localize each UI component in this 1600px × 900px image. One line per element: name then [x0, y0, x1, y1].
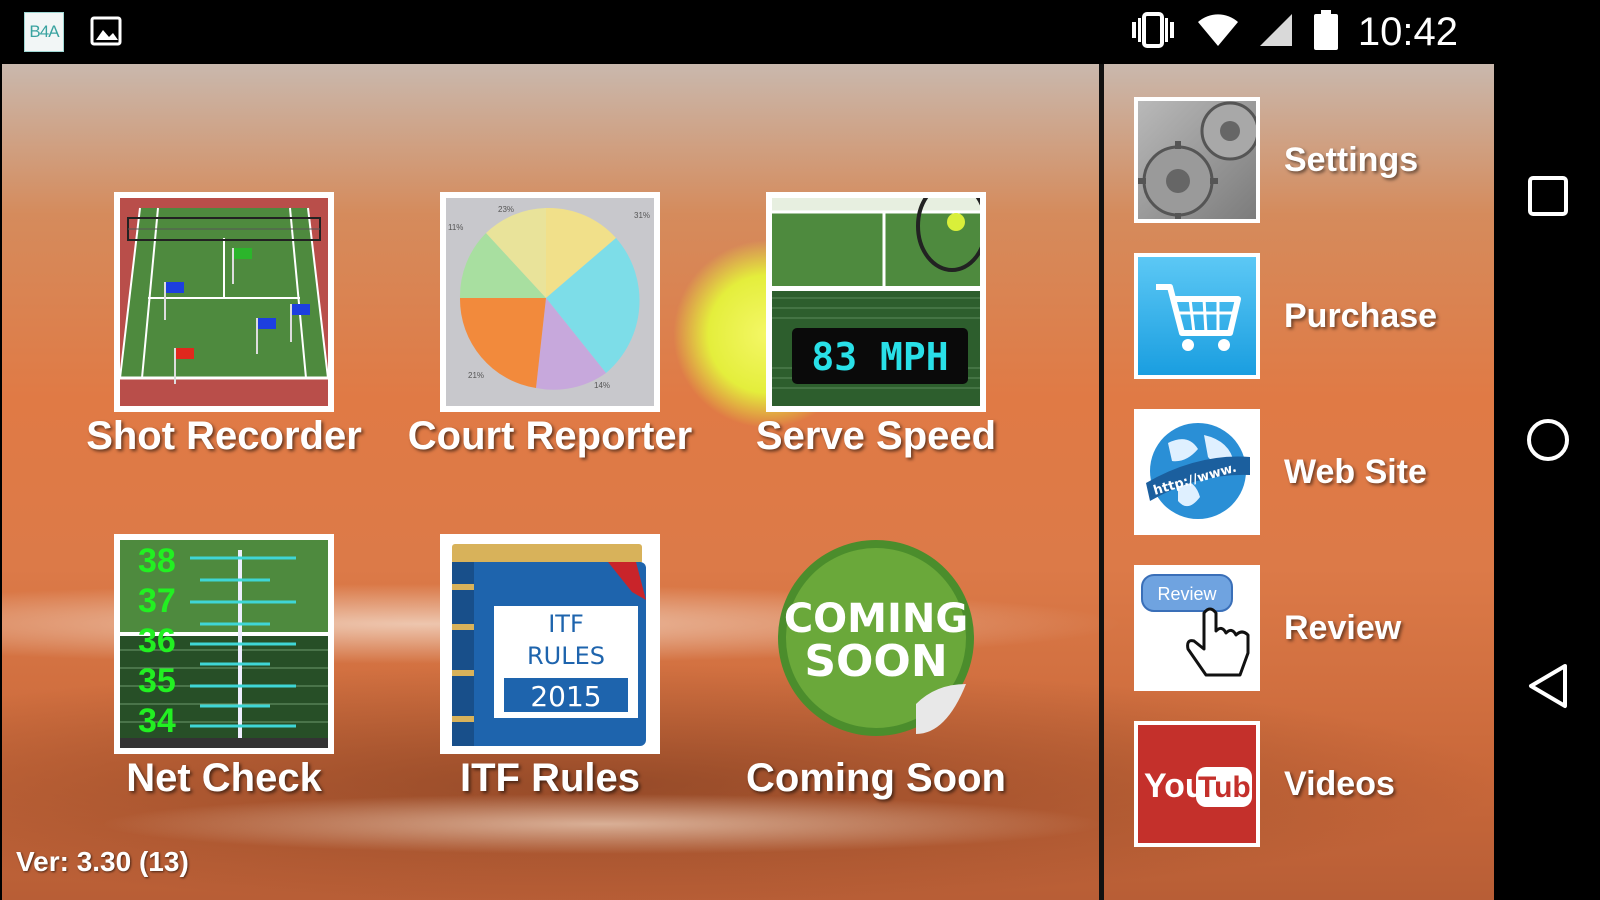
- net-gauge-icon: 38 37 36 35 34: [114, 534, 334, 754]
- back-button[interactable]: [1518, 656, 1578, 716]
- recent-apps-button[interactable]: [1518, 166, 1578, 226]
- sidebar-item-purchase[interactable]: Purchase: [1134, 253, 1464, 379]
- shot-recorder-tile[interactable]: Shot Recorder: [14, 192, 362, 512]
- sidebar-item-review[interactable]: Review Review: [1134, 565, 1464, 691]
- net-number-36: 36: [138, 622, 176, 660]
- sticker-line2: SOON: [804, 636, 947, 687]
- net-number-34: 34: [138, 702, 176, 740]
- image-notification-icon: [88, 12, 128, 52]
- globe-icon: http://www.: [1134, 409, 1260, 535]
- website-label: Web Site: [1284, 453, 1427, 491]
- sidebar-item-settings[interactable]: Settings: [1134, 97, 1464, 223]
- net-number-37: 37: [138, 582, 176, 620]
- review-hand-icon: Review: [1134, 565, 1260, 691]
- youtube-icon: You Tube: [1134, 721, 1260, 847]
- panel-divider: [1099, 64, 1104, 900]
- clock: 10:42: [1357, 9, 1458, 54]
- pie-label-23: 23%: [498, 205, 514, 214]
- wifi-icon: [1196, 10, 1240, 55]
- version-text: Ver: 3.30 (13): [16, 846, 189, 877]
- net-check-tile[interactable]: 38 37 36 35 34 Net Check: [14, 534, 354, 854]
- navigation-bar: [1496, 0, 1600, 900]
- coming-soon-sticker-icon: COMING SOON: [766, 534, 986, 754]
- serve-speed-tile[interactable]: 83 MPH Serve Speed: [666, 192, 1006, 512]
- serve-speed-label: Serve Speed: [755, 414, 997, 458]
- book-line2: RULES: [527, 642, 605, 670]
- tennis-court-flags-icon: [114, 192, 334, 412]
- home-button[interactable]: [1518, 410, 1578, 470]
- cell-signal-icon: [1258, 10, 1294, 55]
- b4a-app-icon: B4A: [24, 12, 64, 52]
- circle-icon: [1527, 419, 1569, 461]
- pie-label-21: 21%: [468, 371, 484, 380]
- pie-label-14: 14%: [594, 381, 610, 390]
- battery-icon: [1312, 8, 1340, 57]
- pie-label-11: 11%: [448, 223, 463, 232]
- sidebar-item-website[interactable]: http://www. Web Site: [1134, 409, 1464, 535]
- court-reporter-tile[interactable]: 23% 11% 31% 21% 14% Court Reporter: [340, 192, 692, 512]
- youtube-tube: Tube: [1198, 771, 1256, 804]
- review-label: Review: [1284, 609, 1402, 647]
- main-content: Shot Recorder 23% 11% 31% 21% 14% Court …: [2, 64, 1494, 900]
- videos-label: Videos: [1284, 765, 1395, 803]
- itf-rules-tile[interactable]: ITF RULES 2015 ITF Rules: [340, 534, 680, 854]
- vibrate-icon: [1128, 10, 1178, 55]
- coming-soon-label: Coming Soon: [746, 756, 1006, 800]
- pie-label-31: 31%: [634, 211, 650, 220]
- status-bar: B4A 10:42: [0, 0, 1500, 64]
- sidebar-item-videos[interactable]: You Tube Videos: [1134, 721, 1464, 847]
- settings-label: Settings: [1284, 141, 1419, 179]
- gears-icon: [1134, 97, 1260, 223]
- speed-readout: 83 MPH: [811, 335, 948, 379]
- net-number-35: 35: [138, 662, 176, 700]
- speed-display-icon: 83 MPH: [766, 192, 986, 412]
- shopping-cart-icon: [1134, 253, 1260, 379]
- review-badge-text: Review: [1157, 584, 1217, 604]
- coming-soon-tile[interactable]: COMING SOON Coming Soon: [666, 534, 1006, 854]
- square-icon: [1528, 176, 1568, 216]
- back-triangle-icon: [1529, 664, 1567, 708]
- pie-chart-icon: 23% 11% 31% 21% 14%: [440, 192, 660, 412]
- book-line1: ITF: [548, 610, 584, 638]
- net-number-38: 38: [138, 542, 176, 580]
- book-year: 2015: [530, 680, 601, 713]
- purchase-label: Purchase: [1284, 297, 1438, 335]
- rule-book-icon: ITF RULES 2015: [440, 534, 660, 754]
